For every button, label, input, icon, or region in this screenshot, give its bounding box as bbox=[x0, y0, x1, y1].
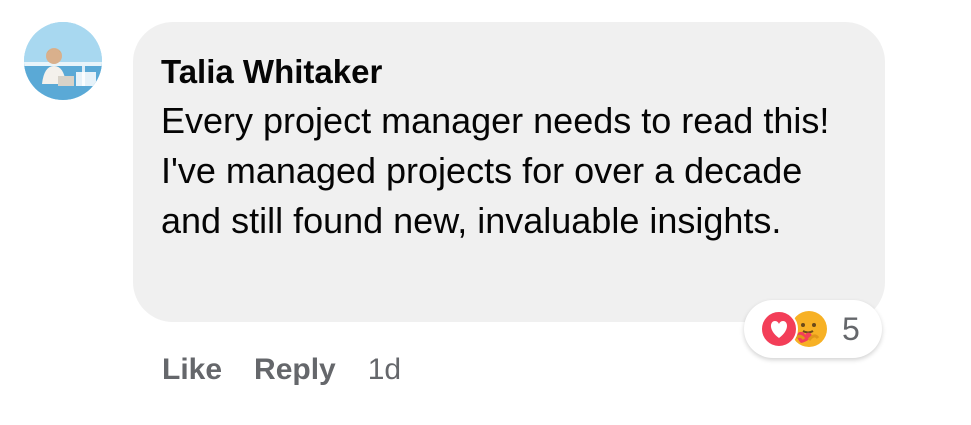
reaction-count: 5 bbox=[842, 311, 860, 347]
comment: Talia Whitaker Every project manager nee… bbox=[0, 0, 971, 425]
avatar[interactable] bbox=[24, 22, 102, 100]
like-button[interactable]: Like bbox=[162, 353, 222, 387]
comment-bubble: Talia Whitaker Every project manager nee… bbox=[133, 22, 885, 322]
reactions-summary[interactable]: 5 bbox=[744, 300, 882, 358]
reply-button[interactable]: Reply bbox=[254, 353, 336, 387]
comment-text: Every project manager needs to read this… bbox=[161, 100, 830, 241]
comment-actions: Like Reply 1d bbox=[162, 350, 401, 390]
avatar-photo bbox=[24, 22, 102, 100]
love-icon bbox=[760, 310, 798, 348]
comment-author[interactable]: Talia Whitaker bbox=[161, 52, 857, 92]
comment-timestamp[interactable]: 1d bbox=[368, 353, 401, 387]
